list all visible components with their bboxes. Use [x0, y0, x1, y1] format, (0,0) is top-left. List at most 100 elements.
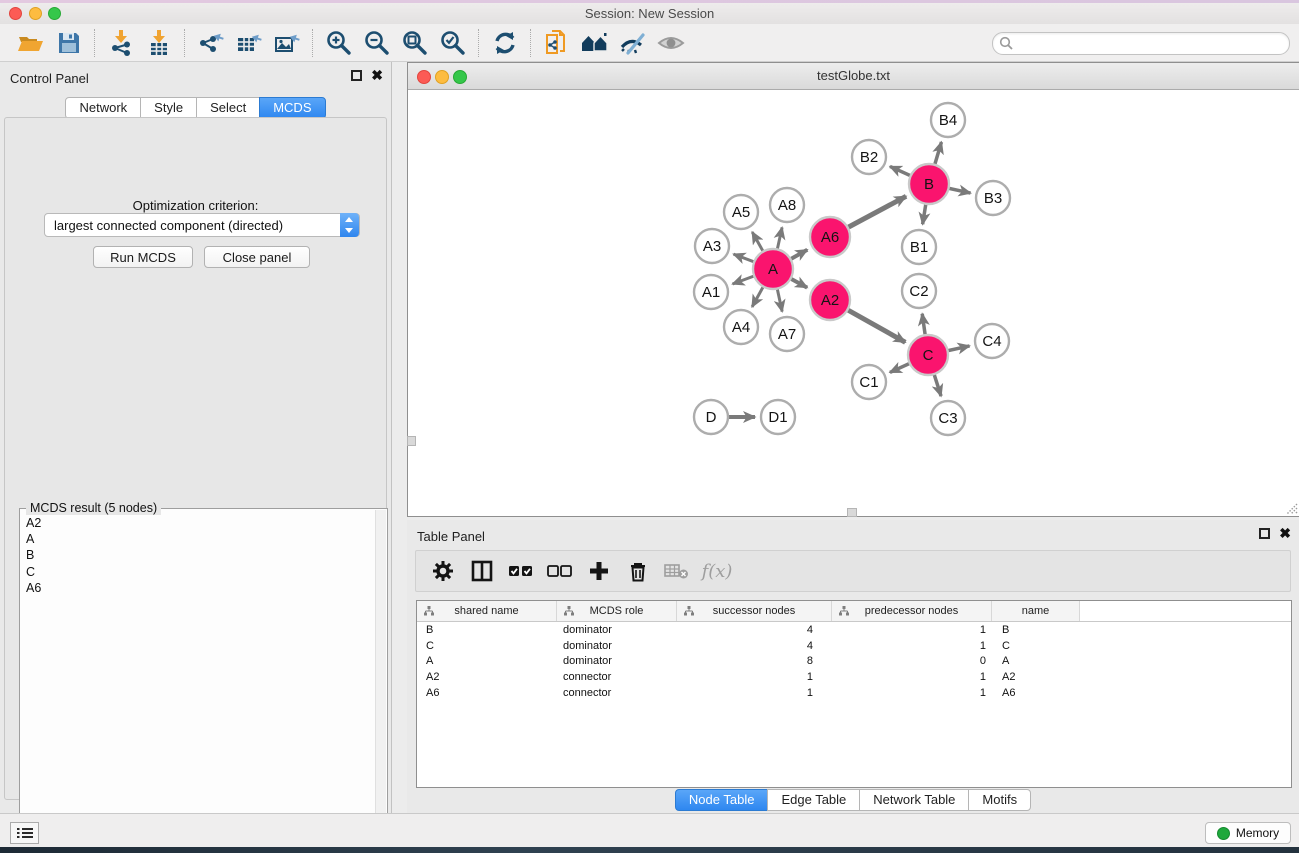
criterion-select[interactable]: largest connected component (directed) [44, 213, 360, 237]
zoom-selected-button[interactable] [434, 27, 472, 59]
network-from-selection-button[interactable] [538, 27, 576, 59]
table-options-button[interactable] [428, 556, 458, 586]
zoom-fit-content-button[interactable] [396, 27, 434, 59]
graph-node-C[interactable]: C [908, 335, 948, 375]
export-network-button[interactable] [192, 27, 230, 59]
import-table-button[interactable] [140, 27, 178, 59]
close-table-panel-icon[interactable]: ✖ [1279, 528, 1291, 539]
table-row[interactable]: Bdominator41B [417, 622, 1291, 638]
table-cell[interactable]: A [992, 655, 1080, 667]
graph-node-B[interactable]: B [909, 164, 949, 204]
column-header-name[interactable]: name [992, 601, 1080, 621]
table-cell[interactable]: 4 [677, 624, 832, 636]
first-neighbors-button[interactable] [576, 27, 614, 59]
delete-columns-button[interactable] [623, 556, 653, 586]
task-history-button[interactable] [10, 822, 39, 844]
open-session-button[interactable] [12, 27, 50, 59]
table-cell[interactable]: C [992, 640, 1080, 652]
graph-node-C2[interactable]: C2 [902, 274, 936, 308]
tab-select[interactable]: Select [196, 97, 260, 119]
table-row[interactable]: Adominator80A [417, 653, 1291, 669]
table-cell[interactable]: 1 [677, 671, 832, 683]
tab-edge-table[interactable]: Edge Table [767, 789, 860, 811]
graph-node-B3[interactable]: B3 [976, 181, 1010, 215]
show-columns-button[interactable] [467, 556, 497, 586]
mcds-result-item[interactable]: A [22, 531, 375, 547]
network-graph-canvas[interactable]: B4B2BB3A8A5A6A3B1AA1C2A2A4A7C4CC1C3DD1 [408, 90, 1297, 515]
graph-node-B4[interactable]: B4 [931, 103, 965, 137]
function-builder-button[interactable]: f(x) [701, 556, 731, 586]
table-cell[interactable]: 1 [677, 687, 832, 699]
table-cell[interactable]: 1 [832, 671, 992, 683]
network-window-titlebar[interactable]: testGlobe.txt [408, 63, 1299, 90]
delete-table-button[interactable] [662, 556, 692, 586]
column-header-mcds-role[interactable]: MCDS role [557, 601, 677, 621]
tab-mcds[interactable]: MCDS [259, 97, 325, 119]
run-mcds-button[interactable]: Run MCDS [93, 246, 193, 268]
export-table-button[interactable] [230, 27, 268, 59]
float-table-panel-icon[interactable] [1259, 528, 1270, 539]
search-input[interactable] [1017, 34, 1281, 53]
table-cell[interactable]: B [992, 624, 1080, 636]
float-panel-icon[interactable] [351, 70, 362, 81]
column-header-predecessor-nodes[interactable]: predecessor nodes [832, 601, 992, 621]
table-row[interactable]: A2connector11A2 [417, 669, 1291, 685]
mcds-result-list[interactable]: A2ABCA6 [22, 515, 375, 852]
show-all-button[interactable] [652, 27, 690, 59]
mcds-result-item[interactable]: B [22, 547, 375, 563]
memory-button[interactable]: Memory [1205, 822, 1291, 844]
close-panel-icon[interactable]: ✖ [371, 70, 383, 81]
table-cell[interactable]: 4 [677, 640, 832, 652]
table-cell[interactable]: connector [557, 687, 677, 699]
column-header-shared-name[interactable]: shared name [417, 601, 557, 621]
table-cell[interactable]: A6 [992, 687, 1080, 699]
table-cell[interactable]: connector [557, 671, 677, 683]
zoom-in-button[interactable] [320, 27, 358, 59]
table-cell[interactable]: C [417, 640, 557, 652]
tab-node-table[interactable]: Node Table [675, 789, 769, 811]
column-header-successor-nodes[interactable]: successor nodes [677, 601, 832, 621]
search-field[interactable] [992, 32, 1290, 55]
bottom-edge-grip[interactable] [847, 508, 857, 517]
table-cell[interactable]: A6 [417, 687, 557, 699]
tab-style[interactable]: Style [140, 97, 197, 119]
table-cell[interactable]: A2 [417, 671, 557, 683]
tab-motifs[interactable]: Motifs [968, 789, 1031, 811]
graph-node-A[interactable]: A [753, 249, 793, 289]
mcds-result-item[interactable]: C [22, 564, 375, 580]
graph-node-B1[interactable]: B1 [902, 230, 936, 264]
table-cell[interactable]: dominator [557, 655, 677, 667]
left-edge-grip[interactable] [407, 436, 416, 446]
zoom-out-button[interactable] [358, 27, 396, 59]
mcds-result-item[interactable]: A6 [22, 580, 375, 596]
table-cell[interactable]: 8 [677, 655, 832, 667]
save-session-button[interactable] [50, 27, 88, 59]
apply-preferred-layout-button[interactable] [486, 27, 524, 59]
table-row[interactable]: A6connector11A6 [417, 685, 1291, 701]
graph-node-B2[interactable]: B2 [852, 140, 886, 174]
graph-node-A6[interactable]: A6 [810, 217, 850, 257]
graph-node-A8[interactable]: A8 [770, 188, 804, 222]
add-column-button[interactable] [584, 556, 614, 586]
tab-network-table[interactable]: Network Table [859, 789, 969, 811]
table-cell[interactable]: 1 [832, 624, 992, 636]
import-network-button[interactable] [102, 27, 140, 59]
table-cell[interactable]: A2 [992, 671, 1080, 683]
graph-node-A3[interactable]: A3 [695, 229, 729, 263]
graph-node-C1[interactable]: C1 [852, 365, 886, 399]
mcds-result-item[interactable]: A2 [22, 515, 375, 531]
table-cell[interactable]: B [417, 624, 557, 636]
graph-node-D1[interactable]: D1 [761, 400, 795, 434]
table-cell[interactable]: dominator [557, 624, 677, 636]
hide-selection-button[interactable] [614, 27, 652, 59]
graph-node-C4[interactable]: C4 [975, 324, 1009, 358]
select-all-checks-button[interactable] [506, 556, 536, 586]
graph-node-D[interactable]: D [694, 400, 728, 434]
graph-node-A4[interactable]: A4 [724, 310, 758, 344]
graph-node-A7[interactable]: A7 [770, 317, 804, 351]
export-image-button[interactable] [268, 27, 306, 59]
table-cell[interactable]: dominator [557, 640, 677, 652]
node-attribute-table[interactable]: shared nameMCDS rolesuccessor nodesprede… [416, 600, 1292, 788]
graph-node-A2[interactable]: A2 [810, 280, 850, 320]
table-row[interactable]: Cdominator41C [417, 638, 1291, 654]
